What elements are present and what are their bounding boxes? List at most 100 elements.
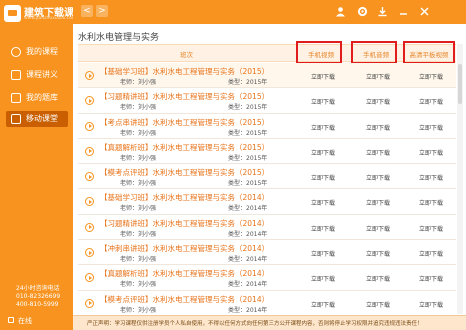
course-title[interactable]: 【基础学习班】水利水电工程管理与实务（2015） [100, 66, 269, 77]
download-hd-video-button[interactable]: 立即下载 [406, 123, 456, 132]
download-hd-video-button[interactable]: 立即下载 [406, 198, 456, 207]
course-title[interactable]: 【习题精讲班】水利水电工程管理与实务（2015） [100, 91, 269, 102]
sidebar-item-my-courses[interactable]: 我的课程 [6, 44, 68, 60]
course-title[interactable]: 【冲刺串讲班】水利水电工程管理与实务（2014） [100, 243, 269, 254]
top-bar: < > [73, 0, 466, 24]
download-mobile-video-button[interactable]: 立即下载 [298, 249, 348, 258]
download-mobile-video-button[interactable]: 立即下载 [298, 72, 348, 81]
footer-notice-text: 严正声明：学习课程仅供注册学员个人私自使用，不得以任何方式向任何第三方公开课程内… [87, 321, 423, 327]
download-hd-video-button[interactable]: 立即下载 [406, 249, 456, 258]
logo-url: www.jianzhuxiazai.com [24, 16, 77, 21]
hotline-number-2: 400-810-5999 [16, 301, 59, 308]
course-teacher: 老师：刘小强 [120, 104, 157, 112]
download-mobile-video-button[interactable]: 立即下载 [298, 148, 348, 157]
play-icon[interactable] [85, 248, 94, 258]
scrollbar-thumb[interactable] [458, 64, 462, 104]
download-icon[interactable] [377, 6, 388, 17]
book-icon [11, 93, 21, 103]
highlight-box-mobile-audio [351, 41, 397, 64]
play-icon[interactable] [85, 222, 94, 232]
course-teacher: 老师：刘小强 [120, 306, 157, 314]
course-type: 类型：2015年 [228, 129, 268, 137]
highlight-box-mobile-video [296, 41, 342, 64]
download-mobile-video-button[interactable]: 立即下载 [298, 123, 348, 132]
download-mobile-audio-button[interactable]: 立即下载 [353, 148, 403, 157]
sidebar: 建筑下载课堂 www.jianzhuxiazai.com 我的课程 课程讲义 我… [0, 0, 84, 330]
course-teacher: 老师：刘小强 [120, 281, 157, 289]
play-icon[interactable] [85, 146, 94, 156]
sidebar-item-label: 我的题库 [26, 93, 58, 102]
course-teacher: 老师：刘小强 [120, 154, 157, 162]
play-icon[interactable] [85, 121, 94, 131]
download-mobile-video-button[interactable]: 立即下载 [298, 97, 348, 106]
logo-icon [4, 5, 21, 22]
close-icon[interactable] [419, 6, 430, 17]
course-type: 类型：2014年 [228, 256, 268, 264]
course-title[interactable]: 【真题解析班】水利水电工程管理与实务（2014） [100, 268, 269, 279]
sidebar-item-course-notes[interactable]: 课程讲义 [6, 67, 68, 83]
page-title: 水利水电管理与实务 [78, 33, 160, 43]
download-hd-video-button[interactable]: 立即下载 [406, 173, 456, 182]
course-type: 类型：2014年 [228, 205, 268, 213]
table-row: 【基础学习班】水利水电工程管理与实务（2014） 老师：刘小强 类型：2014年 立即… [78, 189, 456, 215]
download-mobile-audio-button[interactable]: 立即下载 [353, 123, 403, 132]
play-icon[interactable] [85, 71, 94, 80]
forward-button[interactable]: > [96, 5, 108, 17]
app-logo: 建筑下载课堂 www.jianzhuxiazai.com [4, 3, 84, 25]
course-type: 类型：2014年 [228, 306, 268, 314]
course-teacher: 老师：刘小强 [120, 180, 157, 188]
play-icon[interactable] [85, 273, 94, 283]
play-icon[interactable] [85, 197, 94, 207]
download-mobile-video-button[interactable]: 立即下载 [298, 274, 348, 283]
download-mobile-video-button[interactable]: 立即下载 [298, 198, 348, 207]
hotline-number-1: 010-82326699 [16, 293, 61, 300]
course-title[interactable]: 【模考点评班】水利水电工程管理与实务（2014） [100, 294, 269, 305]
course-type: 类型：2015年 [228, 154, 268, 162]
course-title[interactable]: 【考点串讲班】水利水电工程管理与实务（2015） [100, 117, 269, 128]
download-hd-video-button[interactable]: 立即下载 [406, 72, 456, 81]
download-mobile-video-button[interactable]: 立即下载 [298, 224, 348, 233]
download-mobile-audio-button[interactable]: 立即下载 [353, 300, 403, 309]
download-hd-video-button[interactable]: 立即下载 [406, 97, 456, 106]
minimize-icon[interactable] [398, 6, 409, 17]
course-teacher: 老师：刘小强 [120, 79, 157, 86]
download-mobile-audio-button[interactable]: 立即下载 [353, 72, 403, 81]
course-title[interactable]: 【模考点评班】水利水电工程管理与实务（2015） [100, 167, 269, 178]
download-mobile-audio-button[interactable]: 立即下载 [353, 224, 403, 233]
play-circle-icon [11, 47, 21, 57]
sidebar-item-mobile-classroom[interactable]: 移动课堂 [6, 111, 68, 127]
table-row: 【模考点评班】水利水电工程管理与实务（2015） 老师：刘小强 类型：2015年 立即… [78, 164, 456, 190]
play-icon[interactable] [85, 172, 94, 182]
course-title[interactable]: 【习题精讲班】水利水电工程管理与实务（2014） [100, 218, 269, 229]
download-hd-video-button[interactable]: 立即下载 [406, 274, 456, 283]
play-icon[interactable] [85, 298, 94, 308]
table-header: 班次 手机视频 手机音频 高清平板视频 [78, 44, 456, 62]
footer-notice: 严正声明：学习课程仅供注册学员个人私自使用，不得以任何方式向任何第三方公开课程内… [73, 315, 466, 330]
chat-icon [8, 317, 14, 323]
download-hd-video-button[interactable]: 立即下载 [406, 300, 456, 309]
gear-icon[interactable] [357, 6, 368, 17]
course-type: 类型：2015年 [228, 79, 268, 86]
download-mobile-video-button[interactable]: 立即下载 [298, 173, 348, 182]
download-hd-video-button[interactable]: 立即下载 [406, 224, 456, 233]
download-mobile-audio-button[interactable]: 立即下载 [353, 249, 403, 258]
course-type: 类型：2015年 [228, 180, 268, 188]
download-mobile-audio-button[interactable]: 立即下载 [353, 274, 403, 283]
download-mobile-video-button[interactable]: 立即下载 [298, 300, 348, 309]
hotline-label: 24小时咨询电话 [16, 285, 60, 292]
sidebar-item-question-bank[interactable]: 我的题库 [6, 90, 68, 106]
download-hd-video-button[interactable]: 立即下载 [406, 148, 456, 157]
course-type: 类型：2014年 [228, 281, 268, 289]
user-icon[interactable] [335, 6, 346, 17]
table-row: 【真题解析班】水利水电工程管理与实务（2014） 老师：刘小强 类型：2014年 立即… [78, 265, 456, 291]
download-mobile-audio-button[interactable]: 立即下载 [353, 198, 403, 207]
hotline-block: 24小时咨询电话 010-82326699 400-810-5999 [16, 285, 60, 309]
download-mobile-audio-button[interactable]: 立即下载 [353, 97, 403, 106]
course-title[interactable]: 【基础学习班】水利水电工程管理与实务（2014） [100, 192, 269, 203]
play-icon[interactable] [85, 96, 94, 106]
course-title[interactable]: 【真题解析班】水利水电工程管理与实务（2015） [100, 142, 269, 153]
back-button[interactable]: < [81, 5, 93, 17]
table-row: 【模考点评班】水利水电工程管理与实务（2014） 老师：刘小强 类型：2014年 立即… [78, 290, 456, 316]
download-mobile-audio-button[interactable]: 立即下载 [353, 173, 403, 182]
course-teacher: 老师：刘小强 [120, 205, 157, 213]
